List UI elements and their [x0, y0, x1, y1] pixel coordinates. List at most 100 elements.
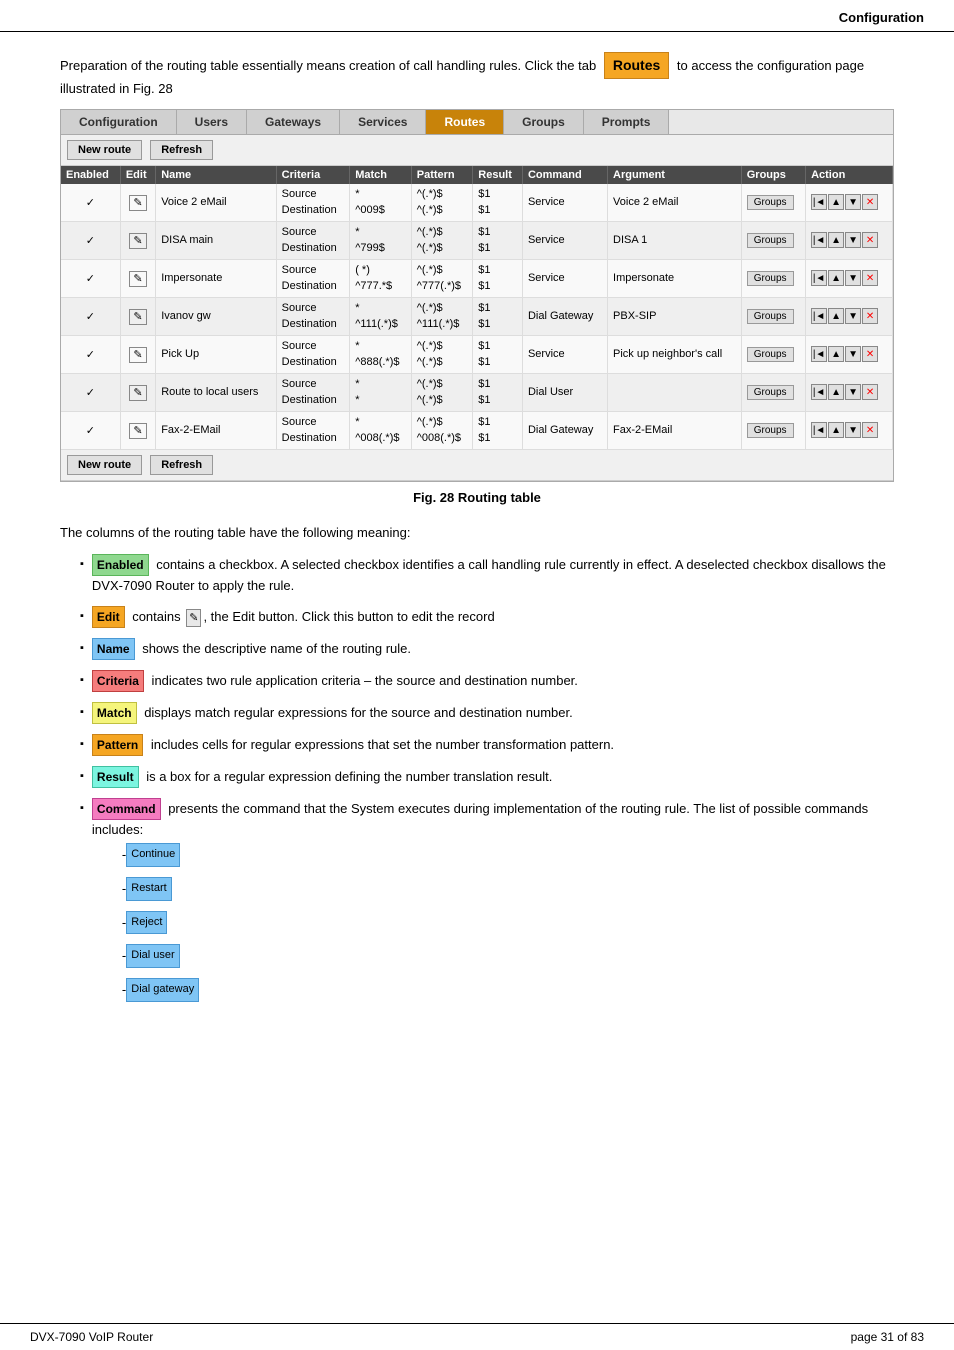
- action-delete[interactable]: ✕: [862, 422, 878, 438]
- cell-command: Dial User: [522, 373, 607, 411]
- cell-action: |◄ ▲ ▼ ✕: [806, 297, 893, 335]
- groups-button[interactable]: Groups: [747, 233, 794, 248]
- cell-enabled: ✓: [61, 411, 120, 449]
- new-route-button[interactable]: New route: [67, 140, 142, 160]
- action-move-down[interactable]: ▼: [845, 232, 861, 248]
- cell-edit[interactable]: ✎: [120, 335, 155, 373]
- action-move-first[interactable]: |◄: [811, 270, 827, 286]
- tab-gateways[interactable]: Gateways: [247, 110, 340, 134]
- action-move-down[interactable]: ▼: [845, 422, 861, 438]
- intro-text1: Preparation of the routing table essenti…: [60, 58, 596, 73]
- footer-right: page 31 of 83: [851, 1330, 924, 1344]
- term-label: Criteria: [92, 670, 144, 692]
- cell-command: Dial Gateway: [522, 411, 607, 449]
- tab-groups[interactable]: Groups: [504, 110, 584, 134]
- action-delete[interactable]: ✕: [862, 384, 878, 400]
- refresh-button[interactable]: Refresh: [150, 140, 213, 160]
- tab-configuration[interactable]: Configuration: [61, 110, 177, 134]
- action-move-up[interactable]: ▲: [828, 270, 844, 286]
- cell-command: Service: [522, 221, 607, 259]
- cell-edit[interactable]: ✎: [120, 411, 155, 449]
- groups-button[interactable]: Groups: [747, 347, 794, 362]
- action-move-up[interactable]: ▲: [828, 384, 844, 400]
- commands-list: ContinueRestartRejectDial userDial gatew…: [92, 843, 894, 1002]
- action-delete[interactable]: ✕: [862, 194, 878, 210]
- col-action: Action: [806, 166, 893, 184]
- cell-action: |◄ ▲ ▼ ✕: [806, 221, 893, 259]
- groups-button[interactable]: Groups: [747, 271, 794, 286]
- cell-action: |◄ ▲ ▼ ✕: [806, 411, 893, 449]
- term-label: Edit: [92, 606, 125, 628]
- cell-criteria: SourceDestination: [276, 259, 350, 297]
- action-move-first[interactable]: |◄: [811, 308, 827, 324]
- command-item: Reject: [122, 911, 894, 935]
- cell-result: $1$1: [473, 221, 523, 259]
- tab-services[interactable]: Services: [340, 110, 426, 134]
- command-label: Dial gateway: [126, 978, 199, 1002]
- cell-criteria: SourceDestination: [276, 335, 350, 373]
- action-move-first[interactable]: |◄: [811, 232, 827, 248]
- action-move-down[interactable]: ▼: [845, 384, 861, 400]
- cell-groups[interactable]: Groups: [741, 411, 805, 449]
- cell-edit[interactable]: ✎: [120, 221, 155, 259]
- groups-button[interactable]: Groups: [747, 385, 794, 400]
- col-enabled: Enabled: [61, 166, 120, 184]
- cell-edit[interactable]: ✎: [120, 259, 155, 297]
- cell-groups[interactable]: Groups: [741, 373, 805, 411]
- cell-result: $1$1: [473, 297, 523, 335]
- action-move-up[interactable]: ▲: [828, 422, 844, 438]
- cell-edit[interactable]: ✎: [120, 373, 155, 411]
- cell-groups[interactable]: Groups: [741, 184, 805, 222]
- cell-name: DISA main: [156, 221, 276, 259]
- action-delete[interactable]: ✕: [862, 232, 878, 248]
- cell-pattern: ^(.*)$^(.*)$: [411, 184, 473, 222]
- cell-groups[interactable]: Groups: [741, 259, 805, 297]
- action-move-down[interactable]: ▼: [845, 270, 861, 286]
- command-item: Dial gateway: [122, 978, 894, 1002]
- action-delete[interactable]: ✕: [862, 346, 878, 362]
- col-groups: Groups: [741, 166, 805, 184]
- action-move-down[interactable]: ▼: [845, 346, 861, 362]
- cell-enabled: ✓: [61, 373, 120, 411]
- cell-enabled: ✓: [61, 221, 120, 259]
- bullet-content: Match displays match regular expressions…: [92, 702, 573, 724]
- cell-match: *^009$: [350, 184, 412, 222]
- cell-action: |◄ ▲ ▼ ✕: [806, 335, 893, 373]
- action-move-down[interactable]: ▼: [845, 194, 861, 210]
- action-delete[interactable]: ✕: [862, 270, 878, 286]
- bullet-item: ▪Pattern includes cells for regular expr…: [80, 734, 894, 756]
- refresh-button-bottom[interactable]: Refresh: [150, 455, 213, 475]
- bullet-marker: ▪: [80, 672, 84, 689]
- cell-groups[interactable]: Groups: [741, 221, 805, 259]
- action-move-up[interactable]: ▲: [828, 346, 844, 362]
- groups-button[interactable]: Groups: [747, 195, 794, 210]
- cell-edit[interactable]: ✎: [120, 184, 155, 222]
- cell-groups[interactable]: Groups: [741, 297, 805, 335]
- action-move-first[interactable]: |◄: [811, 384, 827, 400]
- action-move-up[interactable]: ▲: [828, 232, 844, 248]
- action-move-up[interactable]: ▲: [828, 194, 844, 210]
- action-delete[interactable]: ✕: [862, 308, 878, 324]
- bullet-content: Criteria indicates two rule application …: [92, 670, 578, 692]
- groups-button[interactable]: Groups: [747, 309, 794, 324]
- new-route-button-bottom[interactable]: New route: [67, 455, 142, 475]
- tab-routes[interactable]: Routes: [426, 110, 504, 134]
- groups-button[interactable]: Groups: [747, 423, 794, 438]
- cell-groups[interactable]: Groups: [741, 335, 805, 373]
- action-move-down[interactable]: ▼: [845, 308, 861, 324]
- header-title: Configuration: [839, 10, 924, 25]
- tab-prompts[interactable]: Prompts: [584, 110, 670, 134]
- cell-action: |◄ ▲ ▼ ✕: [806, 184, 893, 222]
- cell-enabled: ✓: [61, 259, 120, 297]
- col-match: Match: [350, 166, 412, 184]
- bullet-content: Command presents the command that the Sy…: [92, 798, 894, 1012]
- cell-edit[interactable]: ✎: [120, 297, 155, 335]
- col-command: Command: [522, 166, 607, 184]
- term-label: Name: [92, 638, 135, 660]
- action-move-first[interactable]: |◄: [811, 194, 827, 210]
- action-move-up[interactable]: ▲: [828, 308, 844, 324]
- cell-result: $1$1: [473, 411, 523, 449]
- action-move-first[interactable]: |◄: [811, 346, 827, 362]
- action-move-first[interactable]: |◄: [811, 422, 827, 438]
- tab-users[interactable]: Users: [177, 110, 247, 134]
